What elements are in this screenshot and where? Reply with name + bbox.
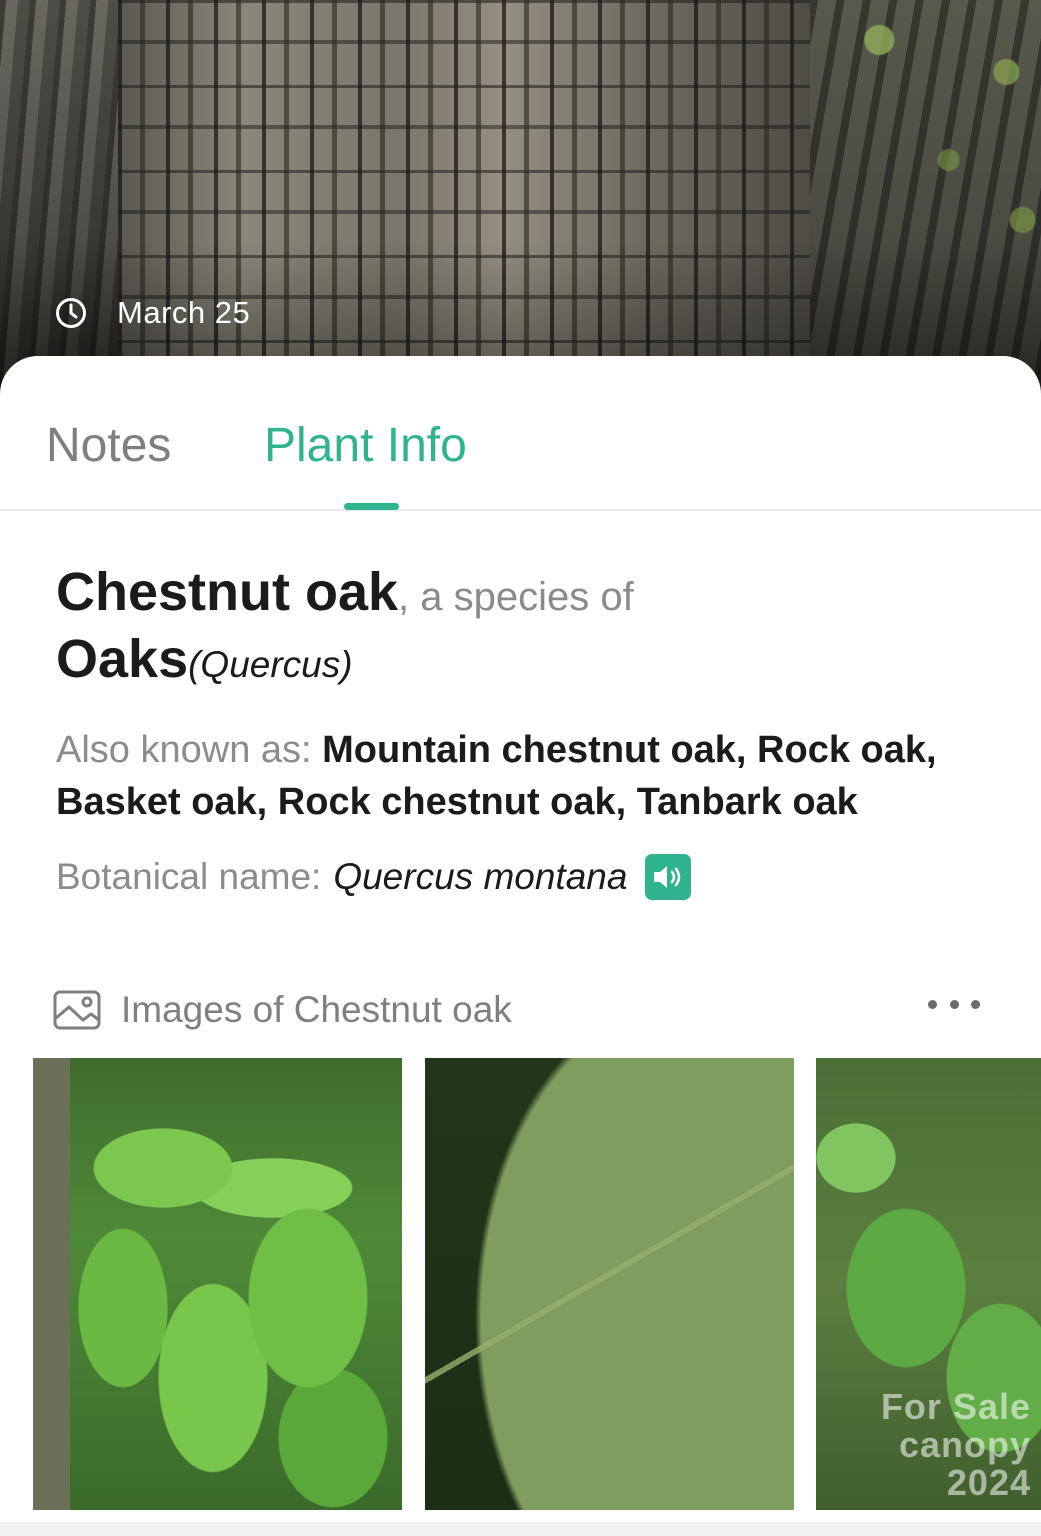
plant-sheet: Notes Plant Info Chestnut oak, a species…: [0, 356, 1041, 1536]
images-header: Images of Chestnut oak: [53, 989, 512, 1031]
more-dot: [928, 999, 937, 1009]
hero-photo[interactable]: March 25: [0, 0, 1041, 400]
plant-image-thumbnail-2[interactable]: [425, 1058, 794, 1510]
date-row: March 25: [55, 293, 250, 333]
botanical-name-row: Botanical name: Quercus montana: [56, 854, 692, 900]
tab-bar: Notes Plant Info: [0, 356, 1041, 511]
more-dot: [949, 999, 959, 1009]
more-horizontal-icon[interactable]: [928, 992, 980, 1016]
tab-notes[interactable]: Notes: [46, 418, 171, 473]
genus-latin: (Quercus): [188, 644, 353, 685]
genus-name: Oaks: [56, 629, 189, 689]
botanical-name-label: Botanical name:: [56, 856, 322, 897]
botanical-name-value: Quercus montana: [333, 856, 628, 897]
more-dot: [971, 999, 980, 1009]
plant-image-thumbnail-3[interactable]: For Sale canopy 2024: [816, 1058, 1041, 1510]
speaker-icon[interactable]: [645, 854, 692, 900]
plant-image-thumbnail-1[interactable]: [33, 1058, 402, 1510]
watermark: For Sale canopy 2024: [816, 1388, 1031, 1502]
species-of-text: , a species of: [398, 575, 634, 619]
observation-date: March 25: [117, 295, 251, 330]
also-known-as-label: Also known as:: [56, 729, 312, 771]
watermark-line2: canopy 2024: [898, 1424, 1031, 1503]
watermark-line1: For Sale: [880, 1386, 1031, 1427]
plant-title-line2[interactable]: Oaks(Quercus): [56, 628, 353, 690]
bottom-bar: [0, 1522, 1041, 1536]
tab-plant-info[interactable]: Plant Info: [264, 418, 467, 473]
plant-title-line1: Chestnut oak, a species of: [56, 561, 634, 623]
common-name: Chestnut oak: [56, 562, 399, 622]
speaker-glyph: [654, 866, 681, 888]
gallery-icon: [53, 990, 101, 1030]
active-tab-indicator: [344, 503, 399, 510]
also-known-as: Also known as: Mountain chestnut oak, Ro…: [56, 724, 996, 828]
images-title: Images of Chestnut oak: [121, 989, 512, 1030]
clock-icon: [56, 298, 86, 328]
